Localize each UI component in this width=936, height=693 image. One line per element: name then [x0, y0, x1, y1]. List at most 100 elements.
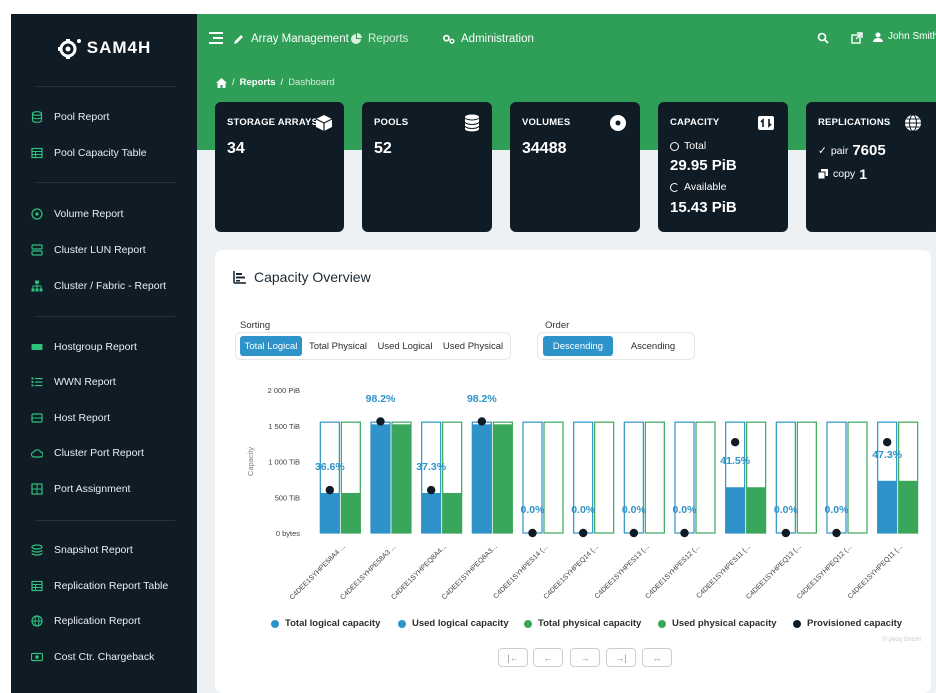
sidebar-item-host-report[interactable]: Host Report [31, 407, 110, 429]
sidebar-item-hostgroup-report[interactable]: Hostgroup Report [31, 336, 137, 358]
card-storage-arrays[interactable]: STORAGE ARRAYS 34 [215, 102, 344, 232]
disc-icon [610, 115, 626, 131]
used-physical-bar [493, 424, 513, 533]
breadcrumb-separator: / [232, 77, 235, 88]
list-icon [31, 376, 43, 388]
card-value: 34 [227, 140, 245, 157]
table-icon [31, 580, 43, 592]
card-volumes[interactable]: VOLUMES 34488 [510, 102, 640, 232]
percent-data-label: 0.0% [521, 504, 546, 516]
used-logical-bar [421, 492, 441, 533]
y-tick-label: 500 TiB [275, 493, 300, 502]
sidebar-item-pool-capacity-table[interactable]: Pool Capacity Table [31, 142, 147, 164]
sidebar-item-cost-ctr-chargeback[interactable]: Cost Ctr. Chargeback [31, 646, 154, 668]
x-axis: C4DEE1SYHPE58A4 ...C4DEE1SYHPE58A3 ...C4… [289, 543, 904, 601]
card-title: VOLUMES [522, 117, 571, 128]
legend-used-physical[interactable]: Used physical capacity [658, 618, 777, 629]
sidebar-item-replication-report[interactable]: Replication Report [31, 610, 140, 632]
pie-chart-icon [351, 33, 362, 44]
total-logical-bar [573, 421, 594, 534]
card-capacity[interactable]: CAPACITY Total 29.95 PiB Available 15.43… [658, 102, 788, 232]
card-replications[interactable]: REPLICATIONS ✓ pair 7605 copy 1 [806, 102, 936, 232]
search-icon[interactable] [817, 32, 829, 44]
legend-label: Total logical capacity [285, 618, 381, 629]
legend-provisioned[interactable]: Provisioned capacity [793, 618, 902, 629]
copy-label: copy [833, 168, 856, 180]
provisioned-point [781, 528, 791, 538]
sidebar-item-pool-report[interactable]: Pool Report [31, 106, 109, 128]
nav-label: Reports [368, 33, 409, 45]
legend-used-logical[interactable]: Used logical capacity [398, 618, 509, 629]
capacity-total-value: 29.95 PiB [670, 157, 737, 174]
sidebar-item-wwn-report[interactable]: WWN Report [31, 371, 116, 393]
pager-prev-button[interactable]: ← [533, 648, 563, 667]
sidebar-item-snapshot-report[interactable]: Snapshot Report [31, 539, 133, 561]
percent-data-label: 0.0% [825, 504, 850, 516]
pager-first-button[interactable]: |← [498, 648, 528, 667]
money-icon [31, 651, 43, 663]
legend-label: Used physical capacity [672, 618, 777, 629]
replication-pair-line: ✓ pair 7605 [818, 142, 886, 159]
legend-total-logical[interactable]: Total logical capacity [271, 618, 380, 629]
sidebar-item-port-assignment[interactable]: Port Assignment [31, 478, 130, 500]
used-logical-bar [877, 480, 897, 533]
nav-array-management[interactable]: Array Management [233, 30, 349, 48]
legend-dot [271, 619, 279, 628]
sidebar-item-label: Pool Report [54, 111, 110, 123]
used-physical-bar [442, 492, 462, 533]
percent-data-label: 98.2% [467, 393, 497, 405]
user-menu[interactable]: John Smith [873, 31, 936, 42]
total-physical-bar [695, 421, 716, 534]
x-tick-label: C4DEE1SYHPEQ8A3... [441, 543, 499, 601]
total-physical-bar [847, 421, 868, 534]
capacity-overview-panel: Capacity Overview Sorting Total Logical … [215, 250, 931, 693]
home-icon[interactable] [216, 77, 227, 88]
app-logo[interactable]: SAM4H [11, 14, 197, 82]
nav-reports[interactable]: Reports [350, 30, 408, 48]
user-icon [873, 32, 883, 42]
x-tick-label: C4DEE1SYHPEQ12 (... [796, 543, 854, 601]
capacity-total-label: Total [684, 140, 707, 152]
logo-text: SAM4H [86, 38, 152, 57]
total-logical-bar [826, 421, 847, 534]
sidebar-item-volume-report[interactable]: Volume Report [31, 203, 123, 225]
pager-reset-button[interactable]: ↔ [642, 648, 672, 667]
nav-label: Administration [461, 33, 534, 45]
legend-dot [398, 619, 406, 628]
sidebar-item-label: Host Report [54, 412, 111, 424]
pager-last-button[interactable]: →| [606, 648, 636, 667]
sidebar-item-cluster-port-report[interactable]: Cluster Port Report [31, 442, 144, 464]
percent-data-label: 36.6% [315, 461, 345, 473]
breadcrumb-separator: / [280, 77, 284, 88]
sidebar-item-replication-report-table[interactable]: Replication Report Table [31, 575, 168, 597]
external-link-icon[interactable] [851, 32, 863, 44]
breadcrumb-reports[interactable]: Reports [240, 77, 276, 88]
server-icon [31, 244, 43, 256]
percent-data-label: 37.3% [416, 461, 446, 473]
total-logical-bar [775, 421, 796, 534]
replication-copy-line: copy 1 [818, 166, 867, 182]
transfer-icon [758, 116, 774, 130]
y-tick-label: 1 000 TiB [268, 458, 300, 467]
percent-data-label: 41.5% [720, 455, 750, 467]
globe-icon [31, 615, 43, 627]
legend-label: Used logical capacity [412, 618, 509, 629]
total-physical-bar [594, 421, 615, 534]
chart-credit: © peoq GmbH [882, 637, 921, 643]
pager-next-button[interactable]: → [570, 648, 600, 667]
card-pools[interactable]: POOLS 52 [362, 102, 492, 232]
menu-toggle-icon[interactable] [209, 32, 223, 44]
chart-bars [319, 417, 919, 538]
nav-label: Array Management [251, 33, 349, 45]
card-value: 52 [374, 140, 392, 157]
sidebar-item-cluster-lun-report[interactable]: Cluster LUN Report [31, 239, 146, 261]
provisioned-point [477, 417, 487, 426]
card-title: POOLS [374, 117, 409, 128]
nav-administration[interactable]: Administration [443, 30, 534, 48]
sidebar-item-cluster-fabric-report[interactable]: Cluster / Fabric - Report [31, 275, 166, 297]
legend-total-physical[interactable]: Total physical capacity [524, 618, 641, 629]
top-navbar: Array Management Reports Administration … [197, 14, 936, 64]
percent-data-label: 0.0% [571, 504, 596, 516]
sidebar-item-label: Snapshot Report [54, 544, 133, 556]
sidebar-divider [35, 520, 175, 521]
